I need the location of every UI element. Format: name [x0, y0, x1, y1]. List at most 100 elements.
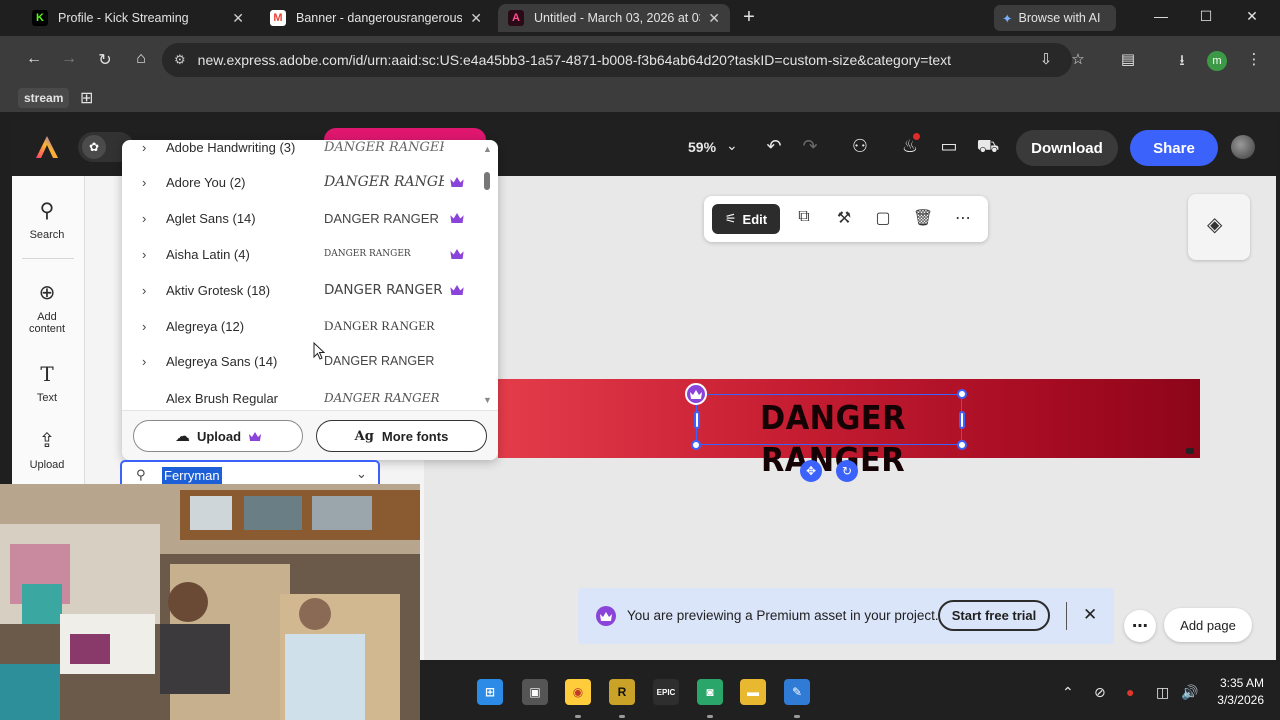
undo-icon[interactable]: ↶	[762, 136, 786, 157]
rail-add-content[interactable]: ⊕ Add content	[12, 280, 82, 335]
tab-kick-profile[interactable]: K Profile - Kick Streaming ✕	[22, 4, 254, 32]
page-more-button[interactable]: ⋯	[1124, 610, 1156, 642]
invite-icon[interactable]: ⚇	[848, 136, 872, 157]
close-icon[interactable]: ✕	[1083, 605, 1097, 625]
add-page-button[interactable]: Add page	[1164, 608, 1252, 642]
chevron-right-icon[interactable]: ›	[142, 354, 166, 369]
tab-gmail-banner[interactable]: M Banner - dangerousrangerous1 ✕	[260, 4, 492, 32]
font-preview: DANGER RANGER	[324, 249, 411, 259]
zoom-level[interactable]: 59%	[688, 139, 716, 155]
element-context-toolbar: ⚟ Edit ⧉ ⚒ ▢ 🗑 ⋯	[704, 196, 988, 242]
system-clock[interactable]: 3:35 AM 3/3/2026	[1208, 675, 1264, 709]
chevron-right-icon[interactable]: ›	[142, 211, 166, 226]
bookmark-stream[interactable]: stream	[18, 88, 70, 108]
window-close-icon[interactable]: ✕	[1242, 8, 1262, 25]
scroll-down-arrow-icon[interactable]: ▼	[483, 395, 492, 405]
resize-handle[interactable]	[691, 440, 701, 450]
apps-grid-icon[interactable]: ⊞	[80, 88, 93, 108]
layers-button[interactable]: ◈	[1188, 194, 1250, 260]
chevron-right-icon[interactable]: ›	[142, 283, 166, 298]
close-icon[interactable]: ✕	[470, 10, 482, 27]
more-fonts-button[interactable]: Ag More fonts	[316, 420, 487, 452]
dropdown-scrollbar[interactable]	[484, 172, 490, 190]
reading-mode-icon[interactable]: ▤	[1118, 50, 1138, 68]
upload-font-button[interactable]: ☁ Upload	[133, 420, 303, 452]
back-arrow-icon[interactable]: ←	[24, 50, 44, 68]
font-row[interactable]: › Adobe Handwriting (3) DANGER RANGER	[122, 140, 488, 165]
chevron-right-icon[interactable]: ›	[142, 175, 166, 190]
chevron-up-icon[interactable]: ⌃	[1062, 684, 1074, 701]
resize-handle[interactable]	[957, 440, 967, 450]
font-row[interactable]: › Aisha Latin (4) DANGER RANGER	[122, 236, 488, 272]
edit-button[interactable]: ⚟ Edit	[712, 204, 780, 234]
user-avatar[interactable]	[1231, 135, 1255, 159]
microphone-icon[interactable]: ●	[1126, 684, 1134, 700]
rail-text[interactable]: T Text	[12, 362, 82, 404]
browse-with-ai-button[interactable]: ✦ Browse with AI	[994, 5, 1116, 31]
chevron-right-icon[interactable]: ›	[142, 140, 166, 155]
chevron-right-icon[interactable]: ›	[142, 319, 166, 334]
chevron-right-icon[interactable]: ›	[142, 247, 166, 262]
tab-adobe-express[interactable]: A Untitled - March 03, 2026 at 03 ✕	[498, 4, 730, 32]
chevron-down-icon[interactable]: ⌄	[726, 137, 738, 154]
scroll-up-arrow-icon[interactable]: ▲	[483, 144, 492, 154]
resize-handle[interactable]	[694, 411, 700, 429]
more-options-icon[interactable]: ⋯	[952, 208, 974, 228]
comment-icon[interactable]: ▢	[872, 208, 894, 228]
font-search-value: Ferryman	[162, 467, 222, 485]
forward-arrow-icon[interactable]: →	[59, 50, 79, 68]
close-icon[interactable]: ✕	[708, 10, 720, 27]
tab-title: Profile - Kick Streaming	[58, 11, 189, 25]
install-app-icon[interactable]: ⇩	[1036, 50, 1056, 68]
minimize-icon[interactable]: —	[1151, 8, 1171, 24]
home-icon[interactable]: ⌂	[131, 50, 151, 68]
rockstar-icon[interactable]: R	[609, 679, 635, 705]
rail-upload[interactable]: ⇪ Upload	[12, 428, 82, 471]
task-view-icon[interactable]: ▣	[522, 679, 548, 705]
paint-roller-icon[interactable]: ⚒	[833, 208, 855, 228]
wifi-icon[interactable]: ◫	[1156, 684, 1169, 701]
epic-games-icon[interactable]: EPIC	[653, 679, 679, 705]
browser-menu-icon[interactable]: ⋮	[1244, 50, 1264, 68]
resize-handle[interactable]	[959, 411, 965, 429]
rotate-icon[interactable]: ↻	[836, 460, 858, 482]
adobe-express-logo[interactable]	[34, 134, 60, 160]
paint-app-icon[interactable]: ✎	[784, 679, 810, 705]
file-explorer-icon[interactable]: ▬	[740, 679, 766, 705]
resize-handle[interactable]	[957, 389, 967, 399]
duplicate-icon[interactable]: ⧉	[793, 208, 815, 226]
downloads-icon[interactable]: ⭳	[1172, 50, 1192, 75]
rail-search[interactable]: ⚲ Search	[12, 198, 82, 241]
profile-avatar[interactable]: m	[1207, 51, 1227, 71]
font-row[interactable]: › Aktiv Grotesk (18) DANGER RANGER	[122, 272, 488, 308]
premium-crown-icon	[596, 606, 616, 626]
share-button[interactable]: Share	[1130, 130, 1218, 166]
windows-start-icon[interactable]: ⊞	[477, 679, 503, 705]
font-name: Aglet Sans (14)	[166, 210, 256, 226]
font-row[interactable]: › Adore You (2) DANGER RANGER	[122, 164, 488, 200]
download-button[interactable]: Download	[1016, 130, 1118, 166]
move-icon[interactable]: ✥	[800, 460, 822, 482]
url-bar[interactable]: ⚙ new.express.adobe.com/id/urn:aaid:sc:U…	[162, 43, 1072, 77]
redo-icon[interactable]: ↷	[798, 136, 822, 157]
font-row[interactable]: › Alegreya Sans (14) DANGER RANGER	[122, 343, 488, 379]
text-icon: T	[40, 362, 54, 386]
trash-icon[interactable]: 🗑	[912, 208, 934, 228]
new-tab-button[interactable]: +	[738, 6, 760, 29]
site-settings-icon[interactable]: ⚙	[174, 52, 186, 68]
volume-icon[interactable]: 🔊	[1181, 684, 1198, 701]
start-free-trial-button[interactable]: Start free trial	[938, 600, 1050, 631]
font-row[interactable]: › Aglet Sans (14) DANGER RANGER	[122, 200, 488, 236]
selection-box[interactable]	[696, 394, 962, 445]
chevron-down-icon[interactable]: ⌄	[356, 466, 367, 482]
font-row[interactable]: › Alegreya (12) DANGER RANGER	[122, 308, 488, 344]
maximize-icon[interactable]: ☐	[1196, 8, 1216, 25]
network-off-icon[interactable]: ⊘	[1094, 684, 1106, 701]
bookmark-star-icon[interactable]: ☆	[1068, 50, 1088, 68]
comment-icon[interactable]: ▭	[937, 136, 961, 157]
schedule-icon[interactable]: ⛟	[976, 136, 1000, 160]
game-launcher-icon[interactable]: ◙	[697, 679, 723, 705]
reload-icon[interactable]: ↻	[95, 50, 115, 70]
close-icon[interactable]: ✕	[232, 10, 244, 27]
chrome-icon[interactable]: ◉	[565, 679, 591, 705]
